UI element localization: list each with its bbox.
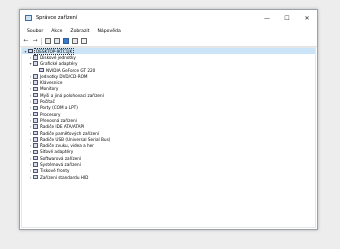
tree-item-label: NVIDIA GeForce GT 220 [46,67,96,73]
tree-item-label: Monitory [40,86,59,92]
device-manager-window: Správce zařízení — ☐ ✕ Soubor Akce Zobra… [19,9,318,230]
tree-item-label: Jednotky DVD/CD-ROM [40,73,88,79]
tree-item-label: Přenosná zařízení [40,117,77,123]
toolbar: ← → [20,36,317,47]
usb-icon [33,137,38,142]
menu-view[interactable]: Zobrazit [66,29,93,34]
printer-icon [33,168,38,174]
window-title: Správce zařízení [36,15,78,21]
tree-item-label: Řadiče IDE ATA/ATAPI [40,124,85,130]
controller-icon [33,130,38,136]
tree-item-label: Porty (COM a LPT) [40,105,78,111]
tree-item-label: Procesory [40,111,61,117]
display-adapter-icon [33,61,38,66]
tree-item-label: Řadiče USB (Universal Serial Bus) [40,136,111,142]
portable-device-icon [33,118,38,123]
tree-item-label: Řadiče paměťových zařízení [40,130,99,136]
tree-item-label: Tiskové fronty [40,168,70,174]
tree-item-label: Softwarová zařízení [40,155,82,161]
mouse-icon [33,92,38,98]
computer-icon [33,99,38,104]
keyboard-icon [33,80,38,85]
computer-icon [28,48,33,54]
close-button[interactable]: ✕ [297,10,317,26]
menu-help[interactable]: Nápověda [94,29,125,34]
software-device-icon [33,155,38,161]
monitor-icon [33,86,38,92]
tree-items: › Diskové jednotky ▾ Grafické adaptéry NVIDI… [22,54,315,180]
tree-item-label: Myši a jiná polohovací zařízení [40,92,104,98]
tree-item-label: Diskové jednotky [40,54,76,60]
menu-file[interactable]: Soubor [23,29,47,34]
device-view-icon[interactable] [72,38,78,44]
properties-icon[interactable] [54,38,60,44]
back-icon[interactable]: ← [23,38,29,44]
tree-item-label: Řadiče zvuku, videa a her [40,143,94,149]
tree-item-label: Zařízení standardu HID [40,174,89,180]
tree-item-label: Síťové adaptéry [40,149,74,155]
hid-icon [33,174,38,180]
disk-icon [33,55,38,60]
minimize-button[interactable]: — [257,10,277,26]
device-tree: ▾ DESKTOP-IKTC1JK › Diskové jednotky ▾ Graf… [21,47,316,228]
forward-icon[interactable]: → [32,38,38,44]
dvd-icon [33,74,38,79]
menu-action[interactable]: Akce [47,29,66,34]
device-manager-icon [25,15,32,21]
tree-item-label: Systémová zařízení [40,161,81,167]
show-hide-tree-icon[interactable] [45,38,51,44]
tree-root-label: DESKTOP-IKTC1JK [33,48,75,55]
title-bar: Správce zařízení — ☐ ✕ [20,10,317,26]
tree-item[interactable]: › Zařízení standardu HID [22,174,315,180]
network-icon [33,149,38,155]
sound-icon [33,143,38,148]
menu-bar: Soubor Akce Zobrazit Nápověda [20,26,317,36]
toolbar-separator [41,37,42,45]
tree-item-label: Počítač [40,99,55,105]
monitor-icon[interactable] [81,38,87,44]
tree-item-label: Grafické adaptéry [40,61,78,67]
port-icon [33,105,38,111]
maximize-button[interactable]: ☐ [277,10,297,26]
controller-icon [33,124,38,129]
system-device-icon [33,162,38,167]
processor-icon [33,111,38,117]
help-icon[interactable] [63,38,69,44]
display-adapter-icon [39,67,44,73]
tree-item-label: Klávesnice [40,80,63,86]
